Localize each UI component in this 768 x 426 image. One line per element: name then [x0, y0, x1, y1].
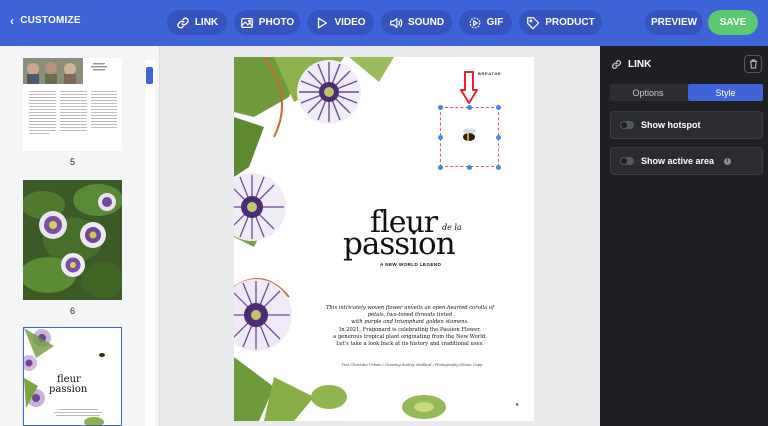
article-intro: This intricately woven flower unveils an…	[320, 305, 500, 348]
intro-line: This intricately woven flower unveils an…	[325, 305, 494, 311]
magazine-brand: BREATHE	[478, 71, 502, 76]
resize-handle[interactable]	[438, 105, 443, 110]
video-tool-button[interactable]: VIDEO	[307, 10, 374, 35]
title-passion: passion	[343, 226, 456, 262]
trash-icon	[749, 59, 757, 69]
speaker-icon	[390, 17, 403, 28]
link-icon	[177, 17, 189, 28]
pages-panel: 5 6 fleur passion	[0, 46, 160, 426]
delete-link-button[interactable]	[744, 55, 762, 73]
page-thumbnail-5[interactable]	[23, 58, 122, 151]
intro-line: with purple and triumphant golden stamen…	[351, 319, 469, 326]
customize-back-button[interactable]: ‹ CUSTOMIZE	[10, 13, 81, 28]
pages-scrollbar-handle[interactable]	[146, 67, 153, 84]
pages-scrollbar-track[interactable]	[145, 60, 155, 426]
show-active-area-row[interactable]: Show active area i	[610, 147, 763, 175]
panel-title-label: LINK	[628, 59, 652, 70]
video-tool-label: VIDEO	[334, 17, 366, 28]
page-number-6: 6	[69, 306, 75, 316]
photo-tool-button[interactable]: PHOTO	[234, 10, 300, 35]
gif-tool-label: GIF	[486, 17, 504, 28]
svg-text:passion: passion	[49, 384, 88, 395]
article-credits: Text Charlotte Urbain / Drawing Audrey M…	[341, 363, 483, 367]
gif-icon	[469, 17, 481, 28]
tag-icon	[527, 16, 540, 29]
sound-tool-button[interactable]: SOUND	[381, 10, 452, 35]
link-tool-label: LINK	[194, 17, 219, 28]
resize-handle[interactable]	[438, 135, 443, 140]
resize-handle[interactable]	[438, 165, 443, 170]
product-tool-button[interactable]: PRODUCT	[519, 10, 602, 35]
preview-button[interactable]: PREVIEW	[645, 10, 703, 35]
resize-handle[interactable]	[467, 165, 472, 170]
customize-label: CUSTOMIZE	[20, 15, 81, 26]
resize-handle[interactable]	[496, 135, 501, 140]
intro-line: a generous tropical plant originating fr…	[333, 333, 487, 340]
page-thumbnail-current[interactable]: fleur passion	[23, 327, 122, 426]
play-icon	[318, 17, 328, 28]
gif-tool-button[interactable]: GIF	[459, 10, 512, 35]
current-page-preview-image: fleur passion	[24, 328, 120, 425]
photo-tool-label: PHOTO	[258, 17, 295, 28]
article-subtitle: A NEW WORLD LEGEND	[380, 262, 442, 267]
intro-line: petals, two-toned threads tinted	[367, 312, 453, 319]
link-icon	[611, 60, 622, 69]
tab-style[interactable]: Style	[688, 84, 763, 101]
show-active-area-toggle[interactable]	[620, 157, 634, 165]
link-hotspot-selection[interactable]	[440, 107, 499, 167]
page-5-preview-image	[23, 58, 122, 151]
show-hotspot-row[interactable]: Show hotspot	[610, 111, 763, 139]
resize-handle[interactable]	[467, 105, 472, 110]
show-hotspot-toggle[interactable]	[620, 121, 634, 129]
page-6-preview-image	[23, 180, 122, 300]
tab-options[interactable]: Options	[610, 84, 686, 101]
product-tool-label: PRODUCT	[545, 17, 595, 28]
magazine-page-number: 5	[516, 402, 519, 407]
link-tool-button[interactable]: LINK	[167, 10, 227, 35]
intro-line: Let's take a look back at its history an…	[336, 341, 484, 348]
panel-title: LINK	[611, 59, 651, 70]
sound-tool-label: SOUND	[407, 17, 445, 28]
intro-line: In 2021, Fragonard is celebrating the Pa…	[339, 326, 481, 333]
resize-handle[interactable]	[496, 165, 501, 170]
show-hotspot-label: Show hotspot	[641, 120, 701, 130]
info-icon[interactable]: i	[724, 157, 732, 165]
photo-icon	[240, 17, 253, 28]
page-thumbnail-6[interactable]	[23, 180, 122, 300]
arrow-down-icon	[460, 71, 478, 104]
chevron-left-icon: ‹	[10, 13, 15, 28]
save-button[interactable]: SAVE	[708, 10, 758, 35]
page-number-5: 5	[69, 157, 75, 167]
resize-handle[interactable]	[496, 105, 501, 110]
properties-panel	[600, 46, 768, 426]
show-active-area-label: Show active area	[641, 156, 715, 166]
